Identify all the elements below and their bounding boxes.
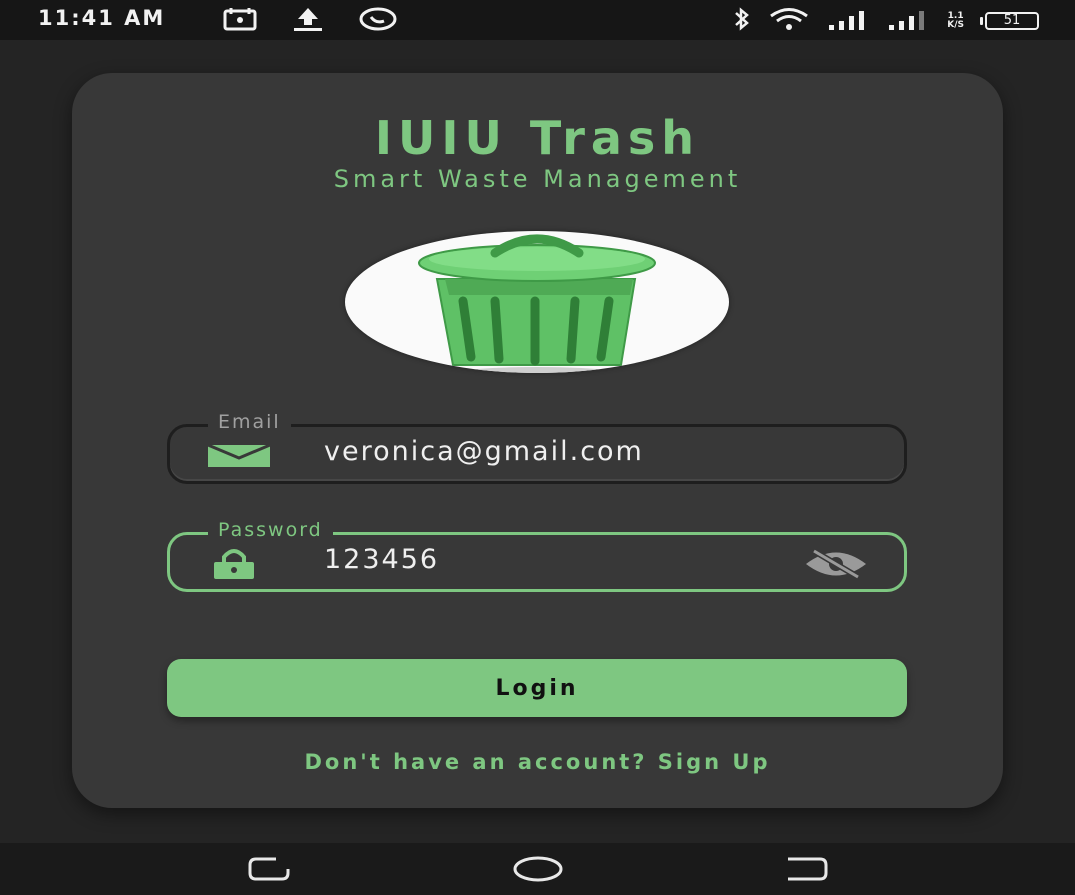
email-label: Email: [208, 411, 291, 433]
password-field[interactable]: Password: [167, 519, 907, 592]
app-title: IUIU Trash: [374, 111, 701, 165]
login-button[interactable]: Login: [167, 659, 907, 717]
signal-icon: [827, 7, 871, 35]
calendar-icon: [222, 6, 258, 36]
login-card: IUIU Trash Smart Waste Management Email: [72, 73, 1003, 808]
app-logo: [345, 231, 729, 373]
status-time: 11:41 AM: [38, 6, 166, 30]
home-icon[interactable]: [512, 855, 564, 887]
navigation-bar: [0, 843, 1075, 895]
eye-off-icon[interactable]: [804, 548, 868, 583]
envelope-icon: [207, 441, 271, 475]
signal-icon: [887, 7, 931, 35]
password-label: Password: [208, 519, 333, 541]
app-subtitle: Smart Waste Management: [333, 165, 742, 193]
whatsapp-icon: [358, 6, 398, 36]
trash-bin-icon: [418, 234, 656, 373]
email-input[interactable]: [324, 436, 794, 467]
recent-apps-icon[interactable]: [246, 855, 292, 887]
status-bar: 11:41 AM 1.1 K/S 51: [0, 0, 1075, 40]
bluetooth-icon: [733, 7, 751, 35]
net-speed-unit: K/S: [947, 20, 964, 30]
net-speed: 1.1 K/S: [947, 12, 964, 30]
back-icon[interactable]: [784, 855, 830, 887]
wifi-icon: [767, 7, 811, 35]
signup-link[interactable]: Don't have an account? Sign Up: [72, 750, 1003, 774]
battery-icon: 51: [980, 12, 1039, 30]
password-input[interactable]: [324, 544, 794, 575]
email-field[interactable]: Email: [167, 411, 907, 484]
upload-icon: [292, 6, 324, 36]
battery-level: 51: [985, 12, 1039, 30]
lock-icon: [208, 549, 260, 583]
